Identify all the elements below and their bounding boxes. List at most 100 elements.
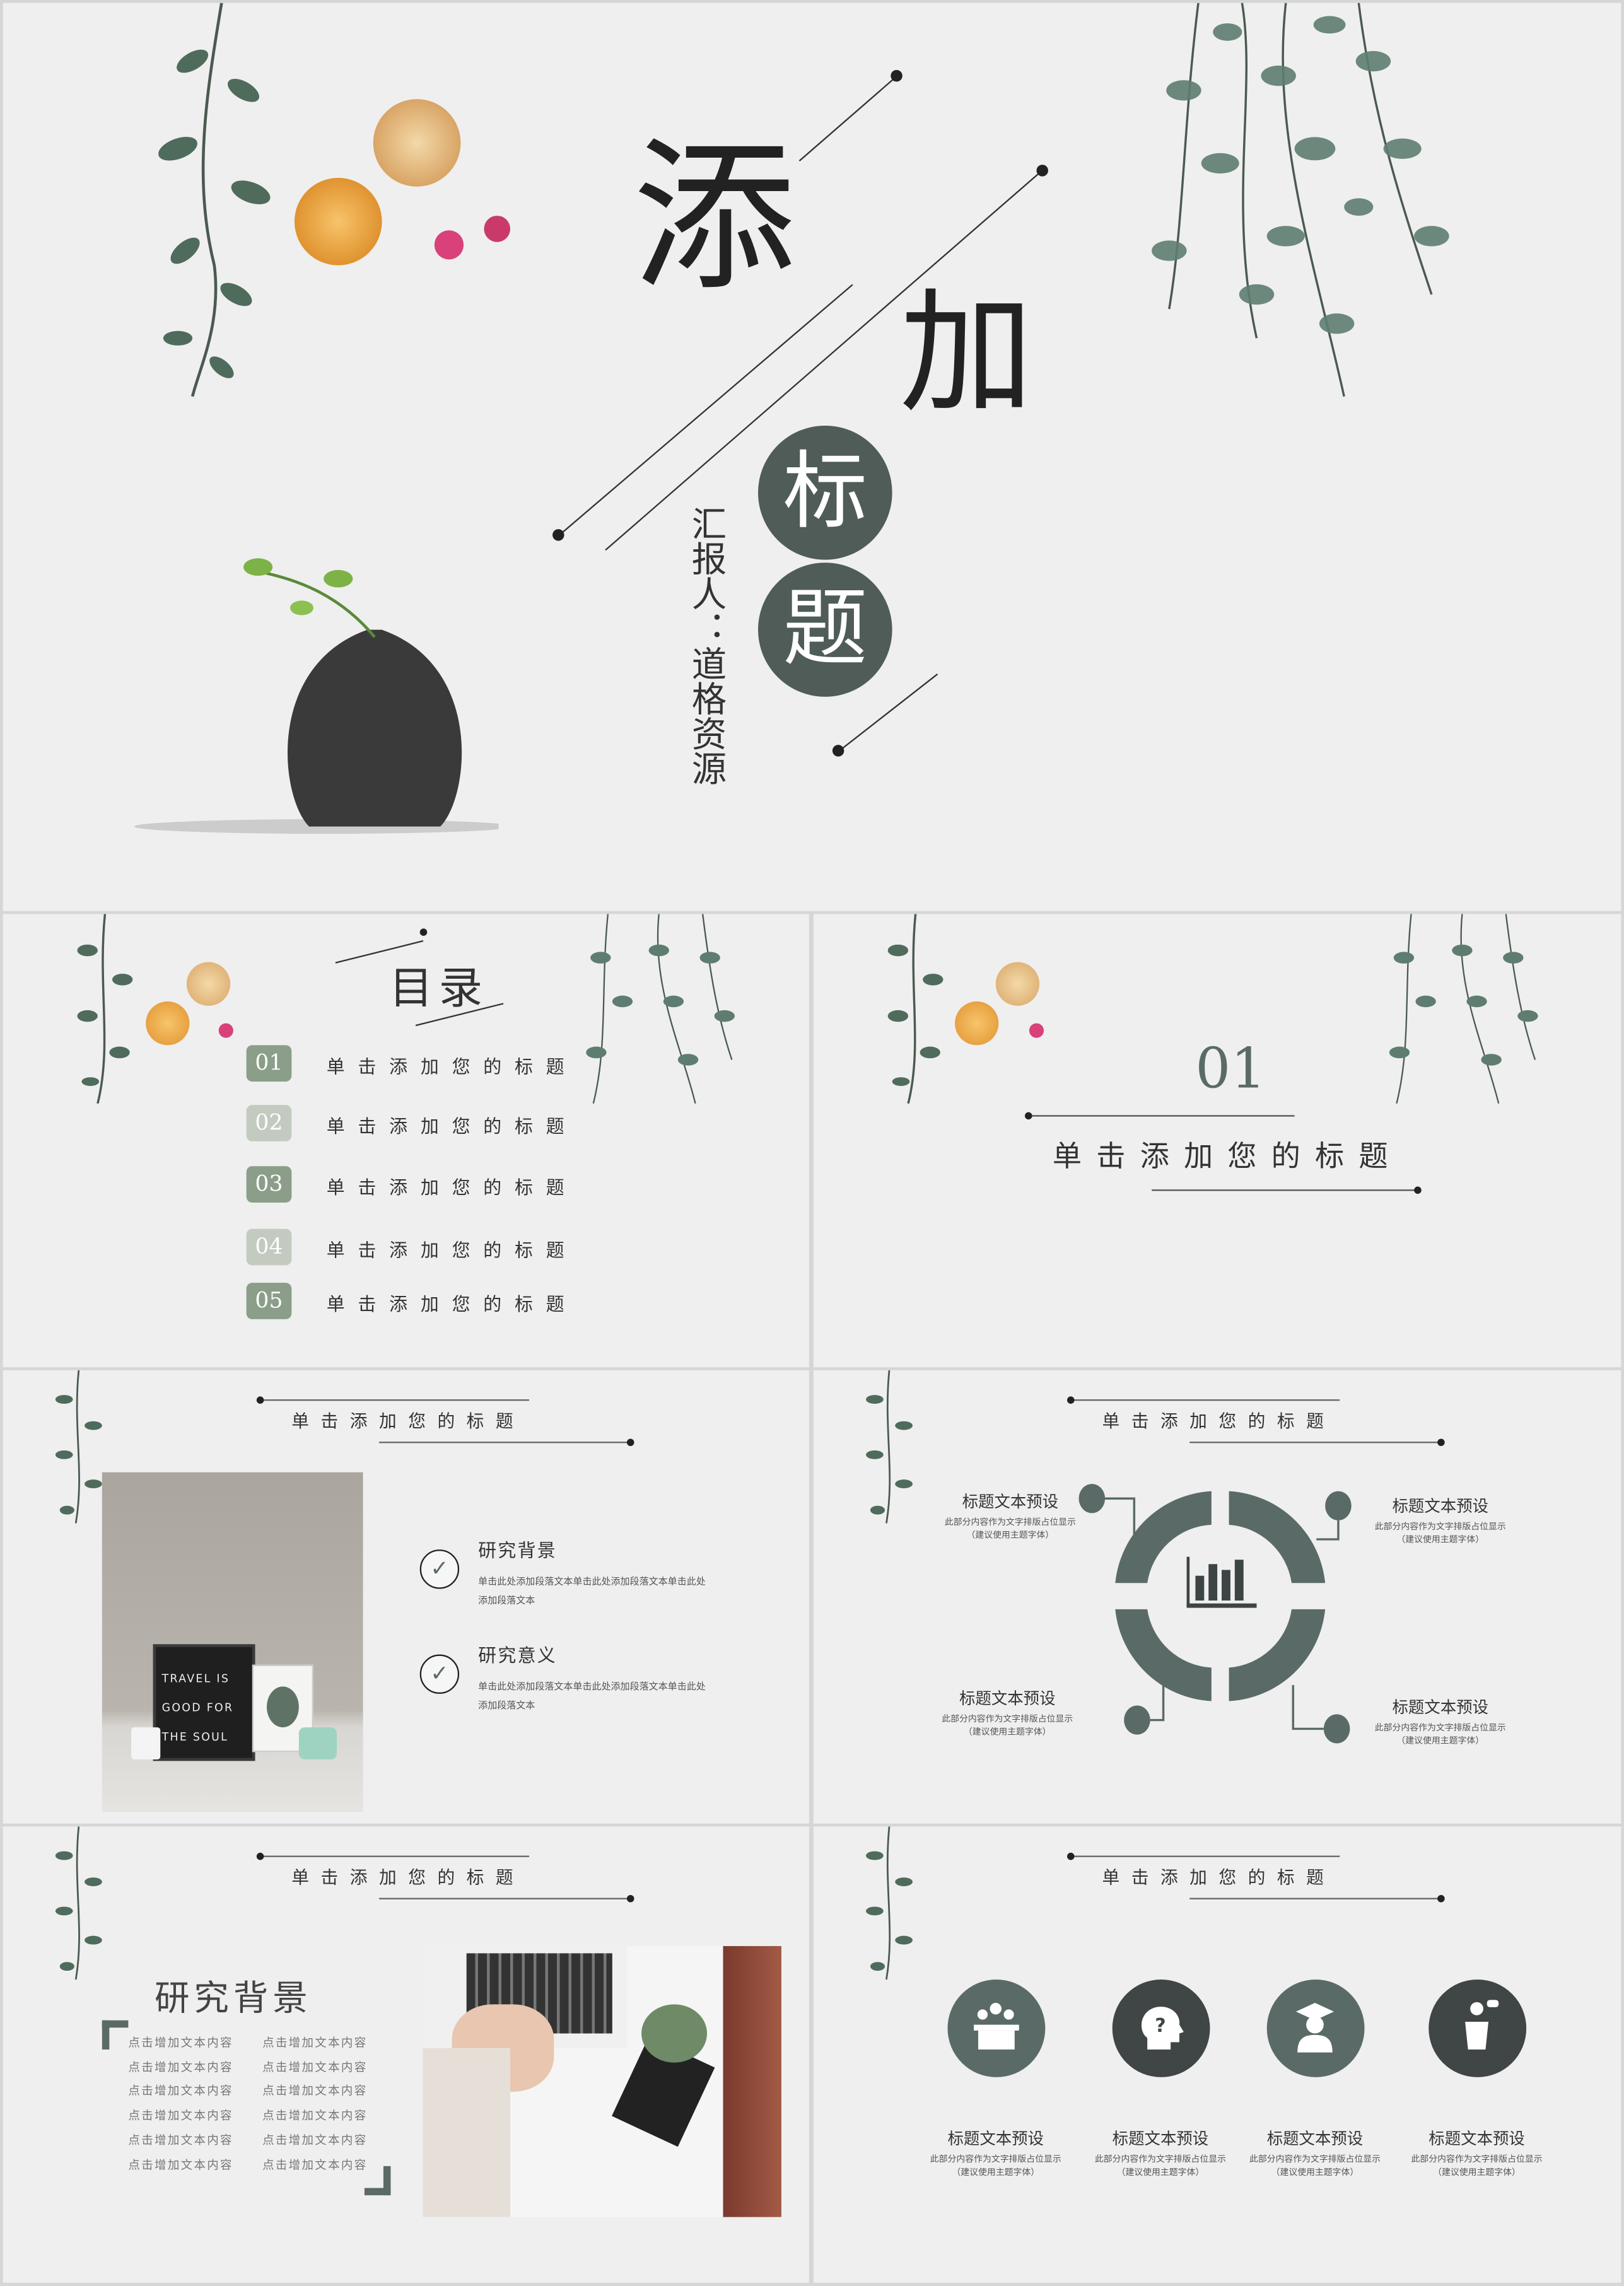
ring-segment — [1115, 1491, 1212, 1583]
grid-text-item: 点击增加文本内容 — [128, 2109, 233, 2123]
letterboard-line: TRAVEL IS — [161, 1672, 230, 1686]
text-block: 标题文本预设 此部分内容作为文字排版占位显示 （建议使用主题字体） — [1235, 2126, 1395, 2179]
line-dot — [626, 1438, 634, 1447]
line-dot — [256, 1852, 264, 1860]
eucalyptus-decoration — [866, 1826, 913, 1980]
slide-header: 单击添加您的标题 — [291, 1411, 525, 1432]
speaker-podium-icon — [1428, 1980, 1527, 2077]
toc-item-label[interactable]: 单击添加您的标题 — [327, 1288, 578, 1316]
eucalyptus-decoration — [55, 1826, 102, 1980]
section-number: 01 — [1195, 1036, 1266, 1101]
line-dot — [832, 745, 844, 757]
bracket-bottom-right — [364, 2166, 391, 2196]
eucalyptus-decoration — [887, 914, 943, 1104]
toc-item-label[interactable]: 单击添加您的标题 — [327, 1172, 578, 1199]
item-title: 研究意义 — [478, 1644, 558, 1667]
item-body: 单击此处添加段落文本单击此处添加段落文本单击此处添加段落文本 — [478, 1575, 706, 1607]
header-line-bottom — [378, 1442, 630, 1443]
check-icon: ✓ — [419, 1654, 460, 1694]
brick-wall — [723, 1945, 781, 2217]
reporter-label: 汇报人：道格资源 — [685, 506, 727, 786]
block-title: 标题文本预设 — [962, 1492, 1059, 1512]
grid-text-item: 点击增加文本内容 — [262, 2060, 368, 2074]
block-note: （建议使用主题字体） — [1396, 1535, 1485, 1546]
line-dot — [891, 69, 903, 82]
block-body: 此部分内容作为文字排版占位显示 — [1094, 2154, 1227, 2165]
text-block: 标题文本预设此部分内容作为文字排版占位显示 （建议使用主题字体） — [1396, 2126, 1557, 2179]
text-block: 标题文本预设 此部分内容作为文字排版占位显示 （建议使用主题字体） — [1080, 2126, 1241, 2179]
block-body: 此部分内容作为文字排版占位显示 — [944, 1517, 1076, 1528]
line-dot — [552, 529, 564, 541]
dried-orange-decoration — [955, 1001, 999, 1046]
grid-text-item: 点击增加文本内容 — [262, 2036, 368, 2050]
eucalyptus-decoration — [586, 914, 735, 1104]
slide-header: 单击添加您的标题 — [291, 1867, 525, 1888]
letterboard-line: GOOD FOR — [161, 1701, 234, 1715]
text-block: 标题文本预设此部分内容作为文字排版占位显示 （建议使用主题字体） — [942, 1686, 1073, 1739]
content-slide-ring-diagram[interactable]: 单击添加您的标题 标题文本预设 此部分内容作为文字排版占位显示 （建议使用主题字体）… — [813, 1370, 1621, 1824]
line-dot — [1024, 1112, 1032, 1120]
block-title: 标题文本预设 — [1112, 2130, 1209, 2149]
toc-number-badge[interactable]: 02 — [246, 1105, 292, 1141]
header-line-bottom — [1189, 1898, 1440, 1899]
block-title: 标题文本预设 — [1266, 2130, 1364, 2149]
grid-text-item: 点击增加文本内容 — [262, 2158, 368, 2171]
toc-number-badge[interactable]: 05 — [246, 1283, 292, 1319]
graduate-icon — [1266, 1980, 1365, 2077]
line-dot — [1437, 1894, 1445, 1903]
grid-text-item: 点击增加文本内容 — [128, 2133, 233, 2147]
question-head-icon: ? — [1112, 1980, 1210, 2077]
block-body: 此部分内容作为文字排版占位显示 — [1374, 1723, 1506, 1734]
toc-number-badge[interactable]: 01 — [246, 1045, 292, 1082]
content-slide-text-grid[interactable]: 单击添加您的标题 研究背景 点击增加文本内容 点击增加文本内容 点击增加文本内容 点击… — [3, 1826, 809, 2283]
line-dot — [419, 928, 428, 936]
block-body: 此部分内容作为文字排版占位显示 — [1374, 1522, 1506, 1532]
block-title: 标题文本预设 — [1392, 1698, 1489, 1717]
title-char-2: 加 — [899, 275, 1034, 432]
block-note: （建议使用主题字体） — [1433, 2167, 1521, 2178]
grid-text-item: 点击增加文本内容 — [128, 2085, 233, 2099]
text-block: 标题文本预设 此部分内容作为文字排版占位显示 （建议使用主题字体） — [916, 2126, 1076, 2179]
svg-text:?: ? — [1155, 2015, 1165, 2037]
mug — [131, 1727, 161, 1759]
block-note: （建议使用主题字体） — [952, 2167, 1040, 2178]
block-title: 标题文本预设 — [959, 1689, 1056, 1709]
section-heading: 研究背景 — [155, 1978, 312, 2019]
ring-segment — [1229, 1609, 1326, 1701]
toc-slide[interactable]: 目录 01 单击添加您的标题 02 单击添加您的标题 03 单击添加您的标题 04 单击添加您… — [3, 914, 809, 1368]
block-body: 此部分内容作为文字排版占位显示 — [1411, 2154, 1543, 2165]
dried-orange-decoration — [373, 99, 461, 187]
block-title: 标题文本预设 — [1428, 2130, 1525, 2149]
check-icon: ✓ — [419, 1549, 460, 1589]
bar-chart-icon — [1186, 1556, 1257, 1608]
letterboard-line: THE SOUL — [161, 1730, 229, 1744]
item-body: 单击此处添加段落文本单击此处添加段落文本单击此处添加段落文本 — [478, 1681, 706, 1712]
block-note: （建议使用主题字体） — [1396, 1735, 1485, 1747]
title-slide[interactable]: 添 加 标 题 汇报人：道格资源 — [3, 3, 1621, 911]
title-char-3-circle: 标 — [757, 425, 892, 560]
toc-number-badge[interactable]: 04 — [246, 1228, 292, 1266]
block-title: 标题文本预设 — [1392, 1496, 1489, 1516]
flower-decoration — [434, 230, 464, 260]
toc-item-label[interactable]: 单击添加您的标题 — [327, 1235, 578, 1263]
eucalyptus-decoration — [1389, 914, 1538, 1104]
toc-title: 目录 — [389, 963, 489, 1015]
eucalyptus-decoration — [77, 914, 133, 1104]
block-body: 此部分内容作为文字排版占位显示 — [942, 1714, 1073, 1725]
content-slide-checklist[interactable]: 单击添加您的标题 TRAVEL IS GOOD FOR THE SOUL ✓ 研… — [3, 1370, 809, 1824]
toc-item-label[interactable]: 单击添加您的标题 — [327, 1051, 578, 1079]
section-slide[interactable]: 01 单击添加您的标题 — [813, 914, 1621, 1368]
laptop-photo — [423, 1945, 781, 2217]
toc-item-label[interactable]: 单击添加您的标题 — [327, 1111, 578, 1138]
toc-number-badge[interactable]: 03 — [246, 1166, 292, 1203]
decorative-line — [1027, 1115, 1295, 1117]
grid-text-item: 点击增加文本内容 — [128, 2158, 233, 2171]
header-line-top — [1070, 1855, 1340, 1857]
block-note: （建议使用主题字体） — [1271, 2167, 1359, 2178]
camera — [298, 1727, 337, 1759]
block-note: （建议使用主题字体） — [963, 1727, 1051, 1738]
line-dot — [626, 1894, 634, 1903]
text-block: 标题文本预设 此部分内容作为文字排版占位显示 （建议使用主题字体） — [945, 1490, 1076, 1542]
content-slide-icons[interactable]: 单击添加您的标题 ? 标题文本预设 此部分内容作为文字排版占位显示 （建议使用主题字… — [813, 1826, 1621, 2283]
flower-decoration — [218, 1023, 233, 1038]
